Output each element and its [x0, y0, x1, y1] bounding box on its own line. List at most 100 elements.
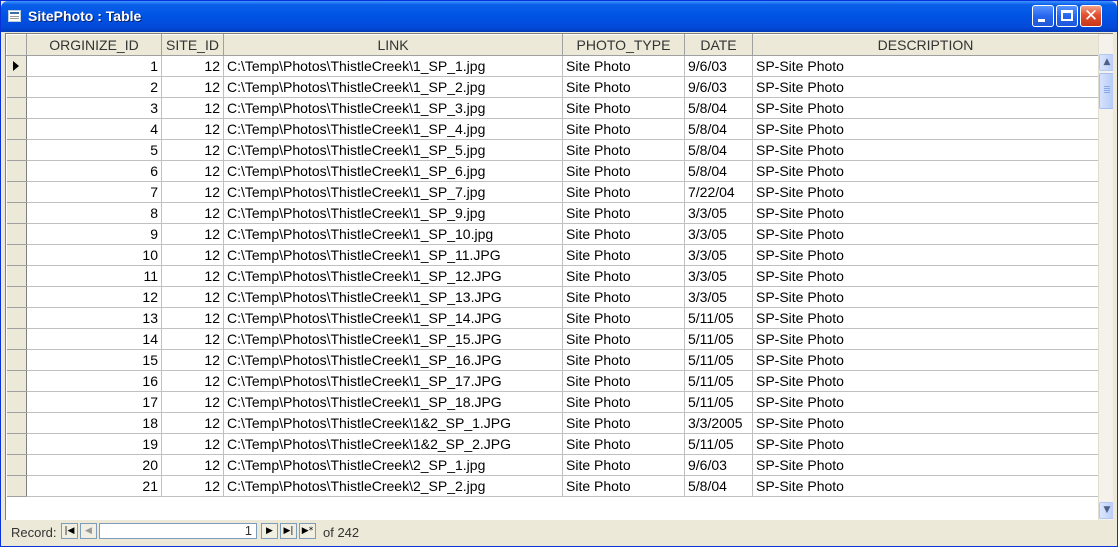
cell-date[interactable]: 5/11/05: [684, 349, 753, 371]
cell-site-id[interactable]: 12: [161, 475, 224, 497]
cell-link[interactable]: C:\Temp\Photos\ThistleCreek\1_SP_7.jpg: [223, 181, 563, 203]
cell-photo-type[interactable]: Site Photo: [562, 475, 685, 497]
next-record-button[interactable]: ▶: [261, 523, 278, 539]
close-button[interactable]: ✕: [1080, 5, 1102, 27]
cell-site-id[interactable]: 12: [161, 97, 224, 119]
cell-orginize-id[interactable]: 7: [26, 181, 162, 203]
table-row[interactable]: 6 12 C:\Temp\Photos\ThistleCreek\1_SP_6.jp…: [6, 160, 1099, 182]
cell-description[interactable]: SP-Site Photo: [752, 391, 1099, 413]
cell-link[interactable]: C:\Temp\Photos\ThistleCreek\1_SP_12.JPG: [223, 265, 563, 287]
cell-description[interactable]: SP-Site Photo: [752, 433, 1099, 455]
table-row[interactable]: 18 12 C:\Temp\Photos\ThistleCreek\1&2_SP_1…: [6, 412, 1099, 434]
cell-photo-type[interactable]: Site Photo: [562, 391, 685, 413]
last-record-button[interactable]: ▶|: [280, 523, 297, 539]
cell-orginize-id[interactable]: 2: [26, 76, 162, 98]
row-selector[interactable]: [6, 328, 27, 350]
cell-photo-type[interactable]: Site Photo: [562, 223, 685, 245]
cell-site-id[interactable]: 12: [161, 181, 224, 203]
row-selector[interactable]: [6, 454, 27, 476]
row-selector[interactable]: [6, 370, 27, 392]
cell-site-id[interactable]: 12: [161, 433, 224, 455]
cell-site-id[interactable]: 12: [161, 139, 224, 161]
cell-orginize-id[interactable]: 6: [26, 160, 162, 182]
cell-link[interactable]: C:\Temp\Photos\ThistleCreek\1_SP_1.jpg: [223, 55, 563, 77]
cell-photo-type[interactable]: Site Photo: [562, 202, 685, 224]
table-row[interactable]: 7 12 C:\Temp\Photos\ThistleCreek\1_SP_7.jp…: [6, 181, 1099, 203]
cell-site-id[interactable]: 12: [161, 76, 224, 98]
cell-description[interactable]: SP-Site Photo: [752, 139, 1099, 161]
cell-description[interactable]: SP-Site Photo: [752, 202, 1099, 224]
row-selector[interactable]: [6, 286, 27, 308]
cell-link[interactable]: C:\Temp\Photos\ThistleCreek\2_SP_1.jpg: [223, 454, 563, 476]
cell-site-id[interactable]: 12: [161, 370, 224, 392]
cell-description[interactable]: SP-Site Photo: [752, 412, 1099, 434]
column-header[interactable]: SITE_ID: [161, 34, 224, 56]
cell-link[interactable]: C:\Temp\Photos\ThistleCreek\1_SP_13.JPG: [223, 286, 563, 308]
cell-orginize-id[interactable]: 11: [26, 265, 162, 287]
cell-orginize-id[interactable]: 3: [26, 97, 162, 119]
row-selector[interactable]: [6, 55, 27, 77]
row-selector[interactable]: [6, 160, 27, 182]
cell-photo-type[interactable]: Site Photo: [562, 181, 685, 203]
cell-orginize-id[interactable]: 1: [26, 55, 162, 77]
cell-orginize-id[interactable]: 19: [26, 433, 162, 455]
cell-site-id[interactable]: 12: [161, 328, 224, 350]
cell-photo-type[interactable]: Site Photo: [562, 307, 685, 329]
table-row[interactable]: 13 12 C:\Temp\Photos\ThistleCreek\1_SP_14.…: [6, 307, 1099, 329]
cell-date[interactable]: 9/6/03: [684, 76, 753, 98]
cell-date[interactable]: 5/11/05: [684, 391, 753, 413]
cell-orginize-id[interactable]: 20: [26, 454, 162, 476]
cell-description[interactable]: SP-Site Photo: [752, 55, 1099, 77]
row-selector[interactable]: [6, 412, 27, 434]
cell-date[interactable]: 5/8/04: [684, 118, 753, 140]
table-row[interactable]: 5 12 C:\Temp\Photos\ThistleCreek\1_SP_5.jp…: [6, 139, 1099, 161]
cell-photo-type[interactable]: Site Photo: [562, 454, 685, 476]
cell-site-id[interactable]: 12: [161, 265, 224, 287]
cell-site-id[interactable]: 12: [161, 286, 224, 308]
column-header[interactable]: DESCRIPTION: [752, 34, 1099, 56]
cell-orginize-id[interactable]: 21: [26, 475, 162, 497]
cell-link[interactable]: C:\Temp\Photos\ThistleCreek\1_SP_18.JPG: [223, 391, 563, 413]
vertical-scrollbar[interactable]: ▲ ▼: [1098, 34, 1113, 520]
cell-link[interactable]: C:\Temp\Photos\ThistleCreek\1_SP_5.jpg: [223, 139, 563, 161]
current-record-field[interactable]: 1: [99, 523, 257, 539]
cell-site-id[interactable]: 12: [161, 391, 224, 413]
row-selector[interactable]: [6, 391, 27, 413]
cell-photo-type[interactable]: Site Photo: [562, 433, 685, 455]
maximize-button[interactable]: [1056, 5, 1078, 27]
cell-description[interactable]: SP-Site Photo: [752, 349, 1099, 371]
row-selector[interactable]: [6, 223, 27, 245]
cell-site-id[interactable]: 12: [161, 412, 224, 434]
cell-link[interactable]: C:\Temp\Photos\ThistleCreek\1_SP_6.jpg: [223, 160, 563, 182]
table-row[interactable]: 11 12 C:\Temp\Photos\ThistleCreek\1_SP_12.…: [6, 265, 1099, 287]
cell-date[interactable]: 9/6/03: [684, 454, 753, 476]
cell-photo-type[interactable]: Site Photo: [562, 370, 685, 392]
cell-site-id[interactable]: 12: [161, 454, 224, 476]
row-selector[interactable]: [6, 202, 27, 224]
row-selector[interactable]: [6, 349, 27, 371]
cell-orginize-id[interactable]: 4: [26, 118, 162, 140]
cell-description[interactable]: SP-Site Photo: [752, 286, 1099, 308]
cell-site-id[interactable]: 12: [161, 118, 224, 140]
table-row[interactable]: 3 12 C:\Temp\Photos\ThistleCreek\1_SP_3.jp…: [6, 97, 1099, 119]
cell-photo-type[interactable]: Site Photo: [562, 97, 685, 119]
cell-site-id[interactable]: 12: [161, 202, 224, 224]
row-selector[interactable]: [6, 433, 27, 455]
cell-site-id[interactable]: 12: [161, 244, 224, 266]
new-record-button[interactable]: ▶*: [299, 523, 316, 539]
row-selector[interactable]: [6, 181, 27, 203]
scroll-up-button[interactable]: ▲: [1099, 54, 1113, 71]
cell-date[interactable]: 7/22/04: [684, 181, 753, 203]
cell-link[interactable]: C:\Temp\Photos\ThistleCreek\1_SP_3.jpg: [223, 97, 563, 119]
cell-link[interactable]: C:\Temp\Photos\ThistleCreek\1_SP_16.JPG: [223, 349, 563, 371]
cell-photo-type[interactable]: Site Photo: [562, 160, 685, 182]
cell-site-id[interactable]: 12: [161, 349, 224, 371]
table-row[interactable]: 2 12 C:\Temp\Photos\ThistleCreek\1_SP_2.jp…: [6, 76, 1099, 98]
cell-date[interactable]: 5/8/04: [684, 160, 753, 182]
cell-date[interactable]: 3/3/05: [684, 202, 753, 224]
cell-date[interactable]: 5/8/04: [684, 139, 753, 161]
cell-orginize-id[interactable]: 14: [26, 328, 162, 350]
table-row[interactable]: 19 12 C:\Temp\Photos\ThistleCreek\1&2_SP_2…: [6, 433, 1099, 455]
cell-date[interactable]: 5/11/05: [684, 307, 753, 329]
cell-link[interactable]: C:\Temp\Photos\ThistleCreek\1_SP_4.jpg: [223, 118, 563, 140]
